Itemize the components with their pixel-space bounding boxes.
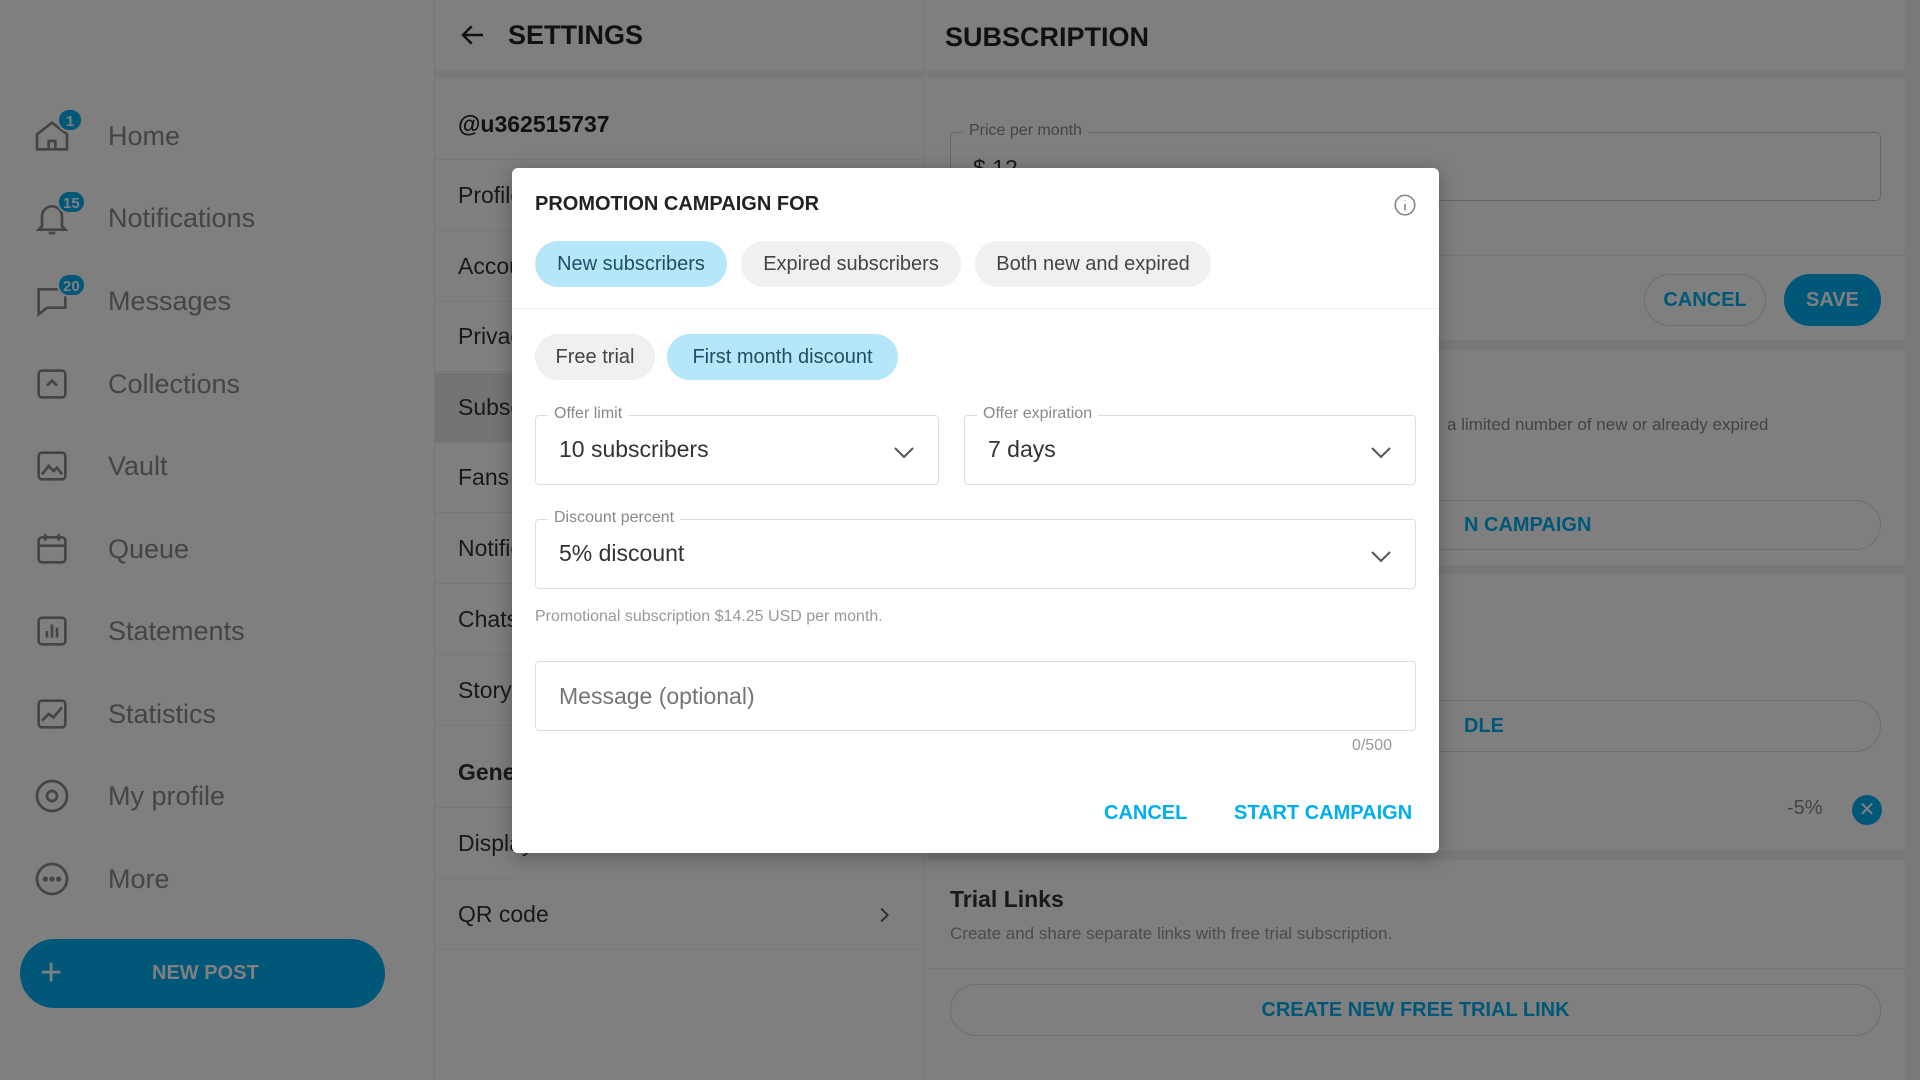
chip-free-trial[interactable]: Free trial — [535, 334, 655, 380]
discount-percent-value: 5% discount — [559, 540, 685, 566]
start-campaign-button[interactable]: START CAMPAIGN — [1234, 802, 1412, 825]
chevron-down-icon — [894, 447, 914, 459]
chip-both-new-and-expired[interactable]: Both new and expired — [975, 241, 1211, 287]
offer-expiration-select[interactable]: Offer expiration 7 days — [964, 405, 1416, 485]
offer-limit-label: Offer limit — [548, 405, 629, 423]
chip-new-subscribers[interactable]: New subscribers — [535, 241, 727, 287]
discount-percent-select[interactable]: Discount percent 5% discount — [535, 509, 1416, 589]
offer-expiration-value: 7 days — [988, 436, 1056, 462]
offer-expiration-label: Offer expiration — [977, 405, 1099, 423]
promotion-campaign-dialog: PROMOTION CAMPAIGN FOR New subscribers E… — [512, 168, 1439, 853]
offer-limit-value: 10 subscribers — [559, 436, 709, 462]
dialog-cancel-button[interactable]: CANCEL — [1104, 802, 1187, 825]
dialog-title: PROMOTION CAMPAIGN FOR — [535, 193, 820, 215]
chip-expired-subscribers[interactable]: Expired subscribers — [741, 241, 961, 287]
offer-limit-select[interactable]: Offer limit 10 subscribers — [535, 405, 939, 485]
discount-percent-label: Discount percent — [548, 509, 681, 527]
message-input[interactable] — [535, 661, 1416, 731]
character-counter: 0/500 — [1351, 737, 1392, 754]
chevron-down-icon — [1371, 551, 1391, 563]
promo-price-helper: Promotional subscription $14.25 USD per … — [535, 608, 883, 625]
chevron-down-icon — [1371, 447, 1391, 459]
info-icon[interactable] — [1392, 192, 1418, 218]
chip-first-month-discount[interactable]: First month discount — [667, 334, 898, 380]
